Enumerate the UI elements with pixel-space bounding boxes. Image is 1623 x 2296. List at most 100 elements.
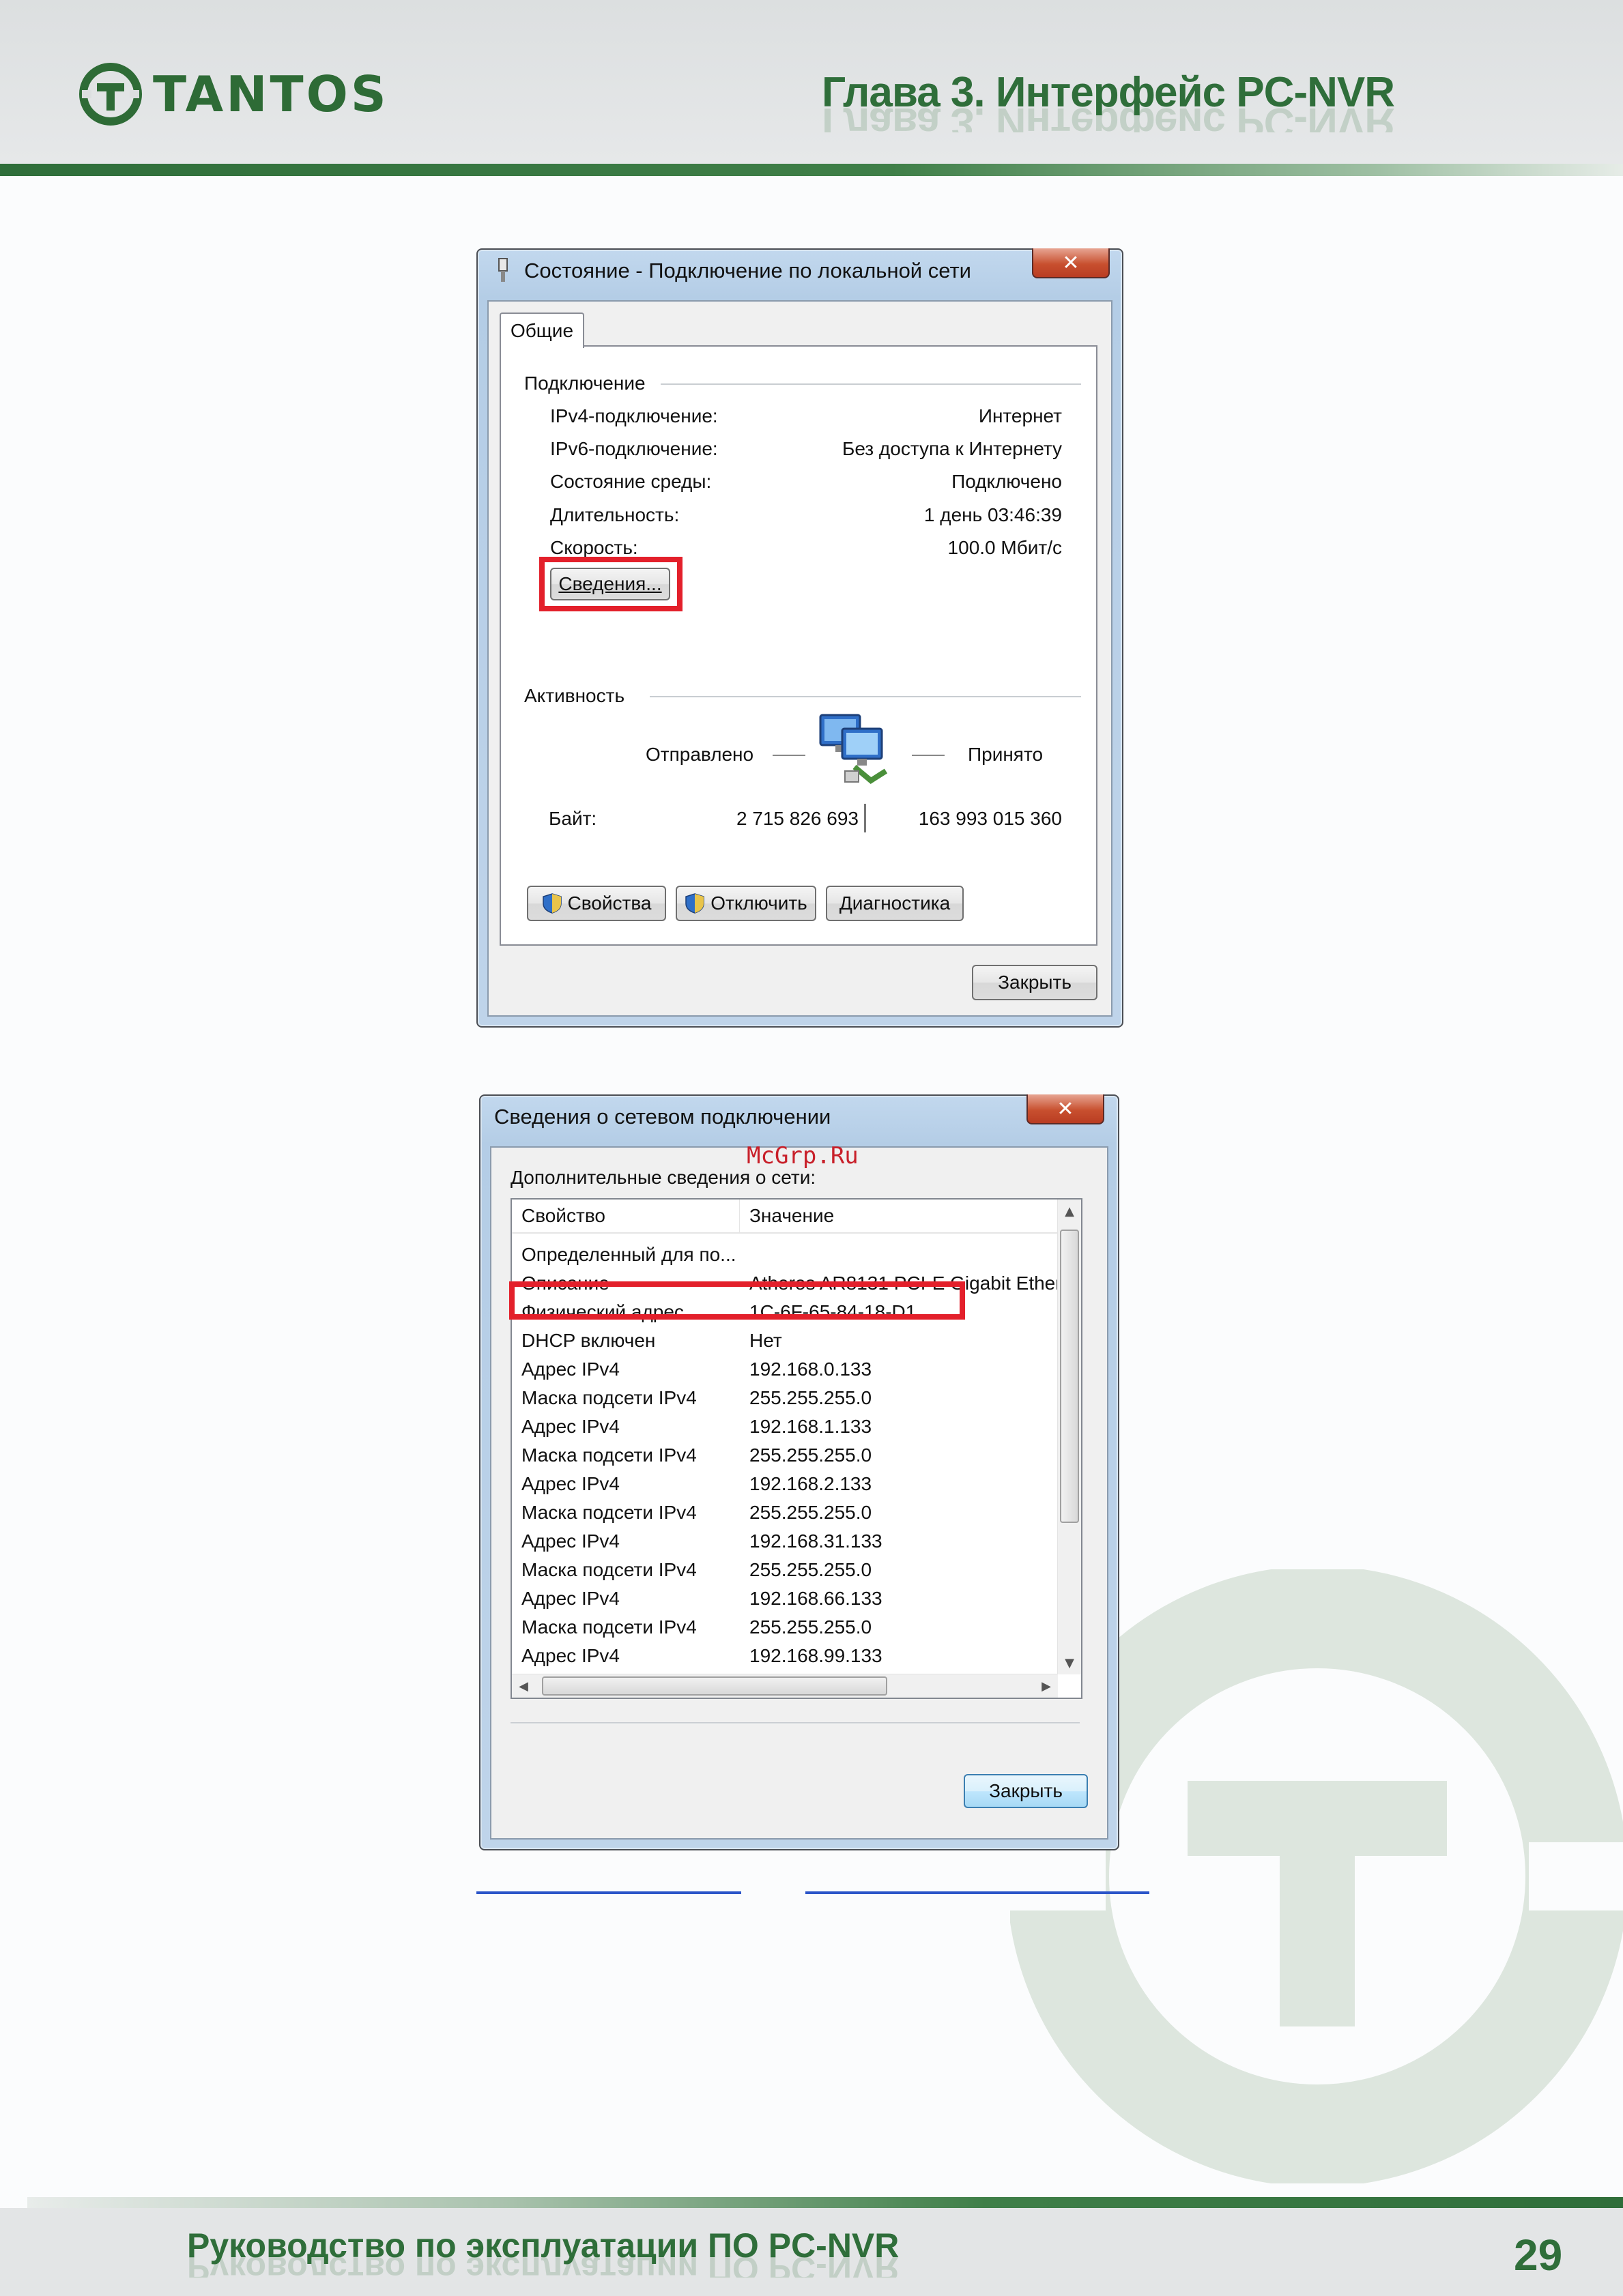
list-item[interactable]: Адрес IPv4 192.168.66.133 (512, 1584, 1058, 1613)
caption-underline-left (476, 1891, 741, 1894)
column-header-property[interactable]: Свойство (512, 1200, 740, 1232)
network-plug-icon (498, 258, 508, 282)
speed-label: Скорость: (550, 537, 638, 558)
column-header-value-label: Значение (749, 1205, 835, 1226)
diagnose-button-label: Диагностика (839, 892, 951, 914)
scroll-right-icon[interactable]: ▶ (1035, 1674, 1058, 1698)
value-cell: 255.255.255.0 (749, 1616, 872, 1638)
value-cell: 192.168.66.133 (749, 1588, 882, 1609)
ipv6-value: Без доступа к Интернету (842, 438, 1062, 459)
details-listview[interactable]: Свойство Значение Определенный для по...… (511, 1198, 1082, 1699)
network-computers-icon (819, 714, 888, 784)
list-item[interactable]: Адрес IPv4 192.168.31.133 (512, 1527, 1058, 1556)
property-cell: Определенный для по... (521, 1244, 736, 1265)
value-cell: 192.168.99.133 (749, 1645, 882, 1666)
tab-general[interactable]: Общие (500, 313, 584, 348)
list-item[interactable]: Маска подсети IPv4 255.255.255.0 (512, 1556, 1058, 1584)
details-window: Сведения о сетевом подключении ✕ McGrp.R… (479, 1094, 1119, 1850)
list-item[interactable]: Маска подсети IPv4 255.255.255.0 (512, 1441, 1058, 1470)
property-cell: Маска подсети IPv4 (521, 1444, 697, 1466)
column-header-property-label: Свойство (521, 1205, 605, 1226)
sent-line (773, 755, 805, 757)
received-line (912, 755, 945, 757)
disable-button[interactable]: Отключить (676, 886, 816, 921)
ipv6-label: IPv6-подключение: (550, 438, 718, 459)
value-cell: 192.168.1.133 (749, 1416, 872, 1437)
value-cell: Нет (749, 1330, 782, 1351)
value-cell: 255.255.255.0 (749, 1387, 872, 1408)
value-cell: 192.168.2.133 (749, 1473, 872, 1494)
properties-button[interactable]: Свойства (527, 886, 666, 921)
list-item[interactable]: Адрес IPv4 192.168.1.133 (512, 1412, 1058, 1441)
list-item[interactable]: Адрес IPv4 192.168.2.133 (512, 1470, 1058, 1498)
property-cell: Адрес IPv4 (521, 1416, 620, 1437)
property-cell: Адрес IPv4 (521, 1473, 620, 1494)
status-window-titlebar[interactable]: Состояние - Подключение по локальной сет… (478, 250, 1122, 292)
received-label: Принято (968, 744, 1044, 765)
vertical-scrollbar[interactable]: ▲ ▼ (1057, 1200, 1081, 1674)
speed-value: 100.0 Мбит/с (947, 537, 1062, 558)
list-item[interactable]: Маска подсети IPv4 255.255.255.0 (512, 1384, 1058, 1412)
close-button-label: Закрыть (998, 972, 1072, 993)
list-item[interactable]: Маска подсети IPv4 255.255.255.0 (512, 1498, 1058, 1527)
horizontal-scrollbar[interactable]: ◀ ▶ (512, 1674, 1058, 1698)
list-item[interactable]: Адрес IPv4 192.168.0.133 (512, 1355, 1058, 1384)
connection-group-line (661, 383, 1081, 386)
close-icon[interactable]: ✕ (1032, 248, 1110, 278)
bytes-sent-value: 2 715 826 693 (736, 808, 859, 829)
property-cell: Адрес IPv4 (521, 1588, 620, 1609)
logo-text: TANTOS (153, 66, 389, 123)
chapter-title-reflection: Глава 3. Интерфейс PC-NVR (821, 102, 1394, 132)
value-cell: 192.168.31.133 (749, 1530, 882, 1552)
connection-group-label: Подключение (524, 373, 646, 394)
close-button[interactable]: Закрыть (972, 965, 1097, 1000)
list-item[interactable]: DHCP включен Нет (512, 1326, 1058, 1355)
page-number: 29 (1514, 2230, 1563, 2280)
footer-rule (27, 2197, 1623, 2208)
horizontal-scroll-thumb[interactable] (542, 1676, 887, 1696)
close-button[interactable]: Закрыть (964, 1774, 1088, 1808)
property-cell: Маска подсети IPv4 (521, 1616, 697, 1638)
watermark-text: McGrp.Ru (747, 1142, 859, 1169)
scroll-down-icon[interactable]: ▼ (1058, 1651, 1081, 1674)
value-cell (740, 1240, 1058, 1269)
bytes-divider (864, 804, 866, 832)
list-item[interactable]: Адрес IPv4 192.168.99.133 (512, 1642, 1058, 1670)
value-cell: 255.255.255.0 (749, 1559, 872, 1580)
details-window-client: McGrp.Ru Дополнительные сведения о сети:… (490, 1142, 1108, 1840)
bytes-received-value: 163 993 015 360 (918, 808, 1062, 829)
list-item[interactable]: Маска подсети IPv4 255.255.255.0 (512, 1613, 1058, 1642)
diagnose-button[interactable]: Диагностика (826, 886, 964, 921)
value-cell: 255.255.255.0 (749, 1444, 872, 1466)
close-icon[interactable]: ✕ (1026, 1094, 1104, 1124)
mac-address-highlight-box (509, 1281, 965, 1320)
value-cell: 192.168.0.133 (749, 1358, 872, 1380)
media-state-label: Состояние среды: (550, 471, 712, 492)
caption-underline-right (805, 1891, 1149, 1894)
details-window-title: Сведения о сетевом подключении (494, 1105, 831, 1129)
details-highlight-box (539, 557, 683, 611)
disable-button-label: Отключить (710, 892, 807, 914)
scroll-left-icon[interactable]: ◀ (512, 1674, 535, 1698)
header-rule (0, 164, 1623, 176)
property-cell: Адрес IPv4 (521, 1645, 620, 1666)
activity-group-label: Активность (524, 685, 625, 706)
media-state-value: Подключено (951, 471, 1062, 492)
value-cell: 255.255.255.0 (749, 1502, 872, 1523)
footer-title-reflection: Руководство по эксплуатации ПО PC-NVR (187, 2254, 900, 2278)
scroll-up-icon[interactable]: ▲ (1058, 1200, 1081, 1223)
details-window-titlebar[interactable]: Сведения о сетевом подключении (480, 1096, 1118, 1138)
listview-header: Свойство Значение (512, 1200, 1058, 1234)
uac-shield-icon (542, 893, 562, 914)
status-window-client: Общие Подключение IPv4-подключение: Инте… (487, 300, 1112, 1017)
duration-value: 1 день 03:46:39 (923, 504, 1062, 525)
property-cell: Адрес IPv4 (521, 1358, 620, 1380)
column-header-value[interactable]: Значение (740, 1200, 1058, 1232)
details-subtitle: Дополнительные сведения о сети: (511, 1167, 816, 1188)
properties-button-label: Свойства (567, 892, 652, 914)
duration-label: Длительность: (550, 504, 680, 525)
list-item[interactable]: Определенный для по... (512, 1240, 1058, 1269)
vertical-scroll-thumb[interactable] (1060, 1230, 1079, 1523)
ipv4-label: IPv4-подключение: (550, 405, 718, 426)
ipv4-value: Интернет (978, 405, 1062, 426)
